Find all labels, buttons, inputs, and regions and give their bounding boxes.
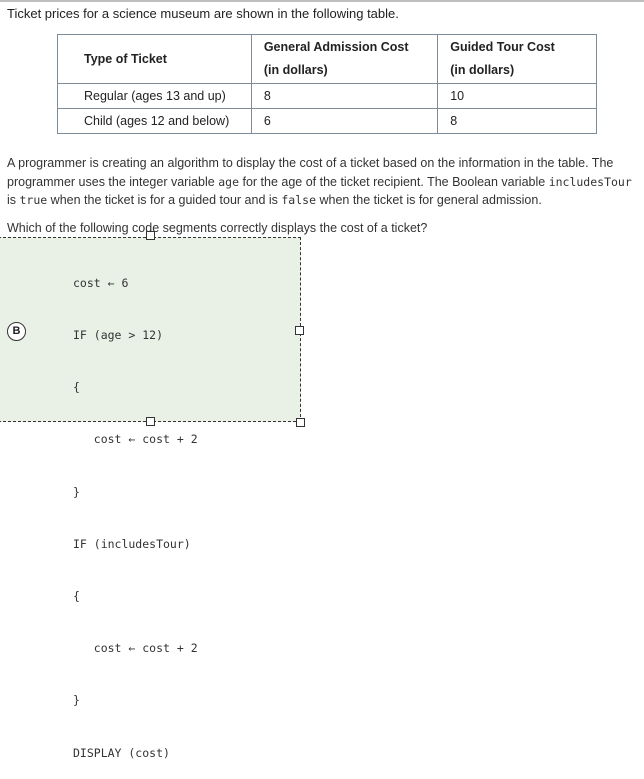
table-cell: Child (ages 12 and below)	[57, 108, 252, 134]
table-cell: Regular (ages 13 and up)	[57, 83, 252, 109]
header-tour: Guided Tour Cost (in dollars)	[437, 34, 597, 84]
ticket-price-table: Type of Ticket General Admission Cost (i…	[57, 34, 597, 134]
intro-text: Ticket prices for a science museum are s…	[7, 6, 399, 21]
table-cell: 10	[437, 83, 597, 109]
resize-handle-top[interactable]	[146, 231, 155, 240]
code-line: cost ← cost + 2	[73, 641, 198, 656]
code-line: IF (age > 12)	[73, 328, 164, 343]
table-row: Child (ages 12 and below) 6 8	[57, 108, 597, 134]
code-true: true	[19, 193, 48, 207]
table-cell: 8	[437, 108, 597, 134]
header-general-title: General Admission Cost	[263, 40, 409, 54]
code-line: }	[73, 693, 80, 708]
code-line: IF (includesTour)	[73, 536, 191, 551]
top-divider	[0, 0, 644, 2]
header-tour-unit: (in dollars)	[450, 63, 515, 77]
code-age: age	[218, 174, 239, 189]
header-tour-title: Guided Tour Cost	[450, 40, 555, 54]
code-line: cost ← 6	[73, 275, 129, 290]
para-text: when the ticket is for general admission…	[316, 193, 542, 207]
code-false: false	[281, 193, 316, 207]
para-text: when the ticket is for a guided tour and…	[47, 193, 282, 207]
header-general: General Admission Cost (in dollars)	[250, 34, 439, 84]
code-line: {	[73, 380, 80, 395]
code-line: {	[73, 589, 80, 604]
question-text: Which of the following code segments cor…	[7, 221, 428, 235]
code-segment: cost ← 6 IF (age > 12) { cost ← cost + 2…	[73, 240, 198, 779]
table-row: Regular (ages 13 and up) 8 10	[57, 83, 597, 109]
header-general-unit: (in dollars)	[263, 63, 328, 77]
para-text: is	[7, 193, 20, 207]
table-cell: 6	[250, 108, 439, 134]
header-type: Type of Ticket	[57, 34, 252, 84]
code-line: cost ← cost + 2	[73, 432, 198, 447]
code-includestour: includesTour	[548, 174, 632, 189]
code-line: DISPLAY (cost)	[73, 745, 170, 760]
resize-handle-right[interactable]	[295, 326, 304, 335]
problem-description: A programmer is creating an algorithm to…	[7, 154, 643, 210]
table-header-row: Type of Ticket General Admission Cost (i…	[57, 34, 597, 84]
option-letter-badge[interactable]: B	[7, 322, 26, 341]
table-cell: 8	[250, 83, 439, 109]
code-line: }	[73, 484, 80, 499]
para-text: for the age of the ticket recipient. The…	[239, 174, 549, 189]
